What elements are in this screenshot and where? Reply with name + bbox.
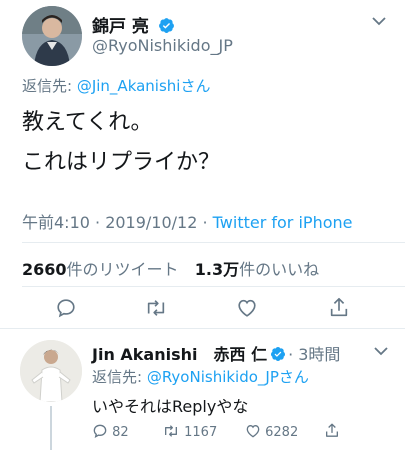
comment-count: 82 bbox=[112, 425, 129, 440]
tweet-text-line-2: これはリプライか？ bbox=[22, 150, 221, 175]
share-icon[interactable] bbox=[324, 422, 340, 443]
retweets-stat[interactable]: 2660件のリツイート bbox=[22, 260, 179, 279]
like-icon[interactable] bbox=[236, 297, 258, 323]
reply-time[interactable]: · 3時間 bbox=[288, 345, 340, 364]
reply-to-link[interactable]: @Jin_Akanishiさん bbox=[77, 77, 211, 95]
verified-badge-icon bbox=[271, 347, 286, 361]
like-count: 6282 bbox=[265, 425, 299, 440]
retweet-icon[interactable] bbox=[144, 297, 168, 323]
share-icon[interactable] bbox=[328, 296, 350, 323]
divider bbox=[22, 286, 405, 287]
reply-author-name[interactable]: Jin Akanishi 赤西 仁 bbox=[92, 345, 267, 364]
author-handle[interactable]: @RyoNishikido_JP bbox=[92, 36, 233, 55]
reply-icon bbox=[93, 424, 107, 438]
reply-to-line: 返信先: @Jin_Akanishiさん bbox=[22, 75, 210, 96]
retweet-icon bbox=[165, 425, 177, 437]
reply-reply-to-line: 返信先: @RyoNishikido_JPさん bbox=[92, 366, 309, 387]
tweet-meta: 午前4:10 · 2019/10/12 · Twitter for iPhone bbox=[22, 209, 352, 233]
author-name[interactable]: 錦戸 亮 bbox=[92, 17, 149, 37]
retweets-count: 2660 bbox=[22, 260, 67, 279]
likes-label: 件のいいね bbox=[239, 260, 320, 279]
chevron-down-icon[interactable] bbox=[372, 14, 386, 30]
reply-comment-action[interactable]: 82 bbox=[92, 423, 129, 440]
thread-line bbox=[50, 406, 52, 450]
like-icon bbox=[246, 424, 260, 438]
likes-count: 1.3万 bbox=[194, 260, 240, 279]
divider bbox=[22, 242, 405, 243]
verified-badge-icon bbox=[158, 18, 174, 33]
reply-text: いやそれはReplyやな bbox=[92, 397, 249, 416]
reply-prefix: 返信先: bbox=[22, 77, 77, 95]
author-avatar[interactable] bbox=[22, 6, 82, 66]
reply-author-avatar[interactable] bbox=[20, 340, 82, 402]
reply-retweet-action[interactable]: 1167 bbox=[162, 423, 217, 440]
author-name-row: 錦戸 亮 bbox=[92, 12, 175, 37]
divider bbox=[0, 328, 405, 329]
reply-reply-prefix: 返信先: bbox=[92, 368, 147, 386]
likes-stat[interactable]: 1.3万件のいいね bbox=[195, 260, 319, 279]
retweets-label: 件のリツイート bbox=[66, 260, 179, 279]
timestamp: 午前4:10 · 2019/10/12 · bbox=[22, 213, 213, 232]
retweet-count: 1167 bbox=[184, 425, 218, 440]
reply-author-row: Jin Akanishi 赤西 仁 · 3時間 bbox=[92, 341, 340, 365]
tweet-stats: 2660件のリツイート 1.3万件のいいね bbox=[22, 256, 319, 280]
reply-reply-to-link[interactable]: @RyoNishikido_JPさん bbox=[147, 368, 309, 386]
reply-icon[interactable] bbox=[55, 297, 77, 323]
source-link[interactable]: Twitter for iPhone bbox=[213, 213, 353, 232]
reply-like-action[interactable]: 6282 bbox=[245, 423, 298, 440]
tweet-text-line-1: 教えてくれ。 bbox=[22, 110, 153, 135]
chevron-down-icon[interactable] bbox=[374, 344, 388, 360]
